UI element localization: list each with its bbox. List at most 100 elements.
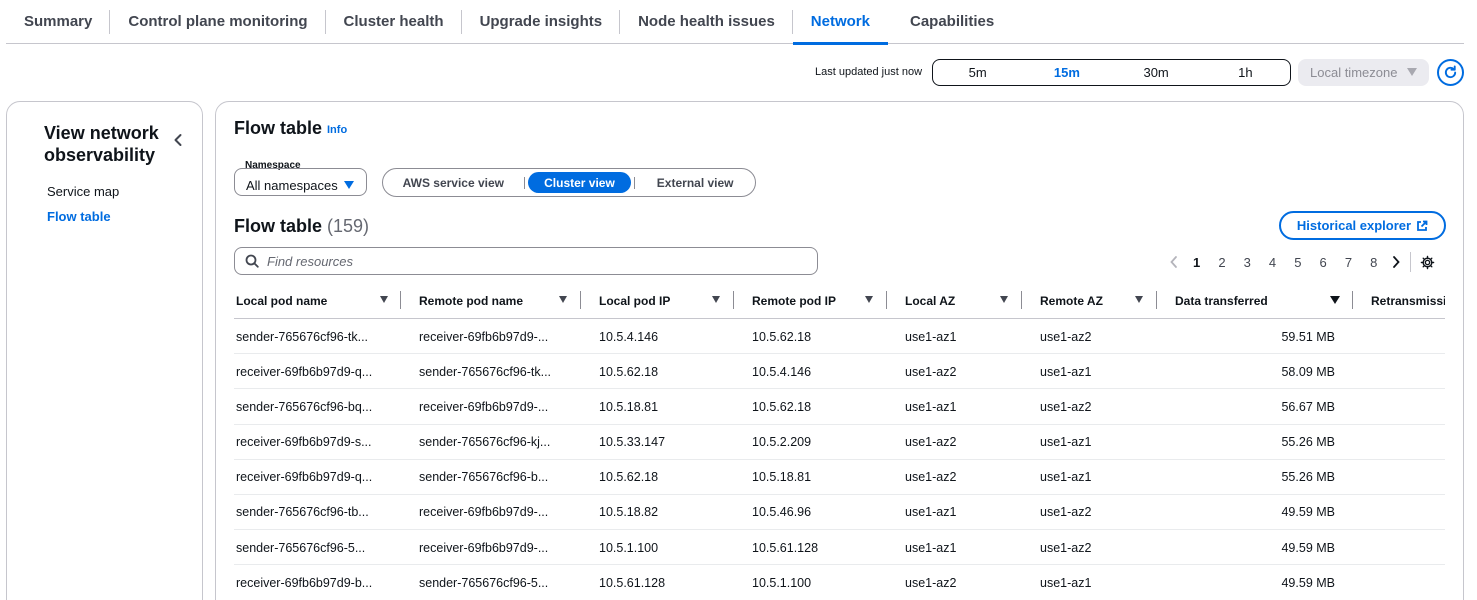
cell-remote-pod-ip: 10.5.4.146 — [752, 364, 812, 379]
table-title: Flow table — [234, 216, 323, 236]
cell-remote-az: use1-az1 — [1040, 470, 1092, 485]
cell-remote-pod-ip: 10.5.61.128 — [752, 540, 819, 555]
cell-remote-pod-name: receiver-69fb6b97d9-... — [419, 540, 549, 555]
cell-data-transferred: 49.59 MB — [1281, 540, 1335, 555]
next-page-button[interactable] — [1386, 255, 1406, 269]
page-1-button[interactable]: 1 — [1184, 255, 1209, 270]
column-header-remote-az[interactable]: Remote AZ — [1038, 282, 1173, 319]
time-range-5m[interactable]: 5m — [933, 60, 1022, 85]
cell-local-pod-ip: 10.5.62.18 — [599, 470, 659, 485]
sort-descending-icon — [1330, 296, 1340, 304]
table-row[interactable]: receiver-69fb6b97d9-s... sender-765676cf… — [234, 425, 1445, 460]
cell-local-pod-name: receiver-69fb6b97d9-s... — [236, 435, 372, 450]
cell-data-transferred: 55.26 MB — [1281, 470, 1335, 485]
column-header-remote-pod-ip[interactable]: Remote pod IP — [750, 282, 903, 319]
sort-icon — [865, 296, 873, 303]
column-header-label: Data transferred — [1175, 293, 1268, 308]
page-2-button[interactable]: 2 — [1209, 255, 1234, 270]
cell-local-pod-ip: 10.5.18.82 — [599, 505, 659, 520]
page-8-button[interactable]: 8 — [1361, 255, 1386, 270]
table-row[interactable]: sender-765676cf96-tb... receiver-69fb6b9… — [234, 495, 1445, 531]
table-row[interactable]: sender-765676cf96-bq... receiver-69fb6b9… — [234, 389, 1445, 425]
namespace-value: All namespaces — [246, 177, 338, 193]
cell-local-pod-name: sender-765676cf96-tb... — [236, 505, 369, 520]
cell-data-transferred: 58.09 MB — [1281, 364, 1335, 379]
column-header-local-az[interactable]: Local AZ — [903, 282, 1038, 319]
tab-control-plane-monitoring[interactable]: Control plane monitoring — [110, 0, 326, 44]
column-header-retransmissions[interactable]: Retransmissi — [1369, 282, 1445, 319]
cell-remote-pod-ip: 10.5.46.96 — [752, 505, 812, 520]
table-row[interactable]: receiver-69fb6b97d9-q... sender-765676cf… — [234, 460, 1445, 495]
tab-cluster-health[interactable]: Cluster health — [326, 0, 462, 44]
column-divider[interactable] — [400, 291, 401, 309]
cell-local-az: use1-az1 — [905, 505, 957, 520]
cell-remote-pod-name: receiver-69fb6b97d9-... — [419, 505, 549, 520]
cell-local-pod-ip: 10.5.61.128 — [599, 575, 666, 590]
column-divider[interactable] — [1352, 291, 1353, 309]
cluster-view-button[interactable]: Cluster view — [527, 172, 632, 193]
historical-explorer-button[interactable]: Historical explorer — [1279, 211, 1446, 240]
timezone-select[interactable]: Local timezone — [1298, 59, 1429, 86]
column-header-label: Retransmissi — [1371, 293, 1445, 308]
historical-explorer-label: Historical explorer — [1296, 218, 1412, 233]
last-updated-text: Last updated just now — [815, 66, 923, 78]
previous-page-button[interactable] — [1164, 255, 1184, 269]
cell-remote-pod-name: sender-765676cf96-kj... — [419, 435, 551, 450]
column-header-local-pod-name[interactable]: Local pod name — [234, 282, 417, 319]
sidebar-item-service-map[interactable]: Service map — [47, 184, 119, 199]
cell-local-pod-name: sender-765676cf96-5... — [236, 540, 366, 555]
tab-label: Cluster health — [343, 13, 444, 30]
table-row[interactable]: receiver-69fb6b97d9-q... sender-765676cf… — [234, 354, 1445, 390]
tab-capabilities[interactable]: Capabilities — [892, 0, 1012, 44]
column-header-label: Remote pod IP — [752, 293, 837, 308]
page-4-button[interactable]: 4 — [1260, 255, 1285, 270]
table-row[interactable]: sender-765676cf96-tk... receiver-69fb6b9… — [234, 319, 1445, 355]
time-range-30m[interactable]: 30m — [1112, 60, 1201, 85]
page-5-button[interactable]: 5 — [1285, 255, 1310, 270]
info-link[interactable]: Info — [327, 124, 347, 136]
table-row[interactable]: sender-765676cf96-5... receiver-69fb6b97… — [234, 530, 1445, 566]
cell-local-pod-ip: 10.5.18.81 — [599, 399, 659, 414]
tab-node-health-issues[interactable]: Node health issues — [620, 0, 793, 44]
cell-local-pod-ip: 10.5.33.147 — [599, 435, 666, 450]
time-range-15m[interactable]: 15m — [1022, 60, 1111, 85]
chevron-left-icon[interactable] — [171, 132, 185, 148]
refresh-button[interactable] — [1437, 59, 1464, 86]
tab-summary[interactable]: Summary — [6, 0, 111, 44]
column-divider[interactable] — [580, 291, 581, 309]
sidebar-item-flow-table[interactable]: Flow table — [47, 209, 111, 224]
time-range-1h[interactable]: 1h — [1201, 60, 1290, 85]
tab-upgrade-insights[interactable]: Upgrade insights — [462, 0, 621, 44]
column-divider[interactable] — [1156, 291, 1157, 309]
page-3-button[interactable]: 3 — [1235, 255, 1260, 270]
column-header-label: Local pod IP — [599, 293, 671, 308]
page-7-button[interactable]: 7 — [1336, 255, 1361, 270]
column-divider[interactable] — [1021, 291, 1022, 309]
sort-icon — [380, 296, 388, 303]
cell-remote-az: use1-az2 — [1040, 540, 1092, 555]
table-row[interactable]: receiver-69fb6b97d9-b... sender-765676cf… — [234, 565, 1445, 600]
search-field[interactable] — [234, 247, 818, 275]
column-header-data-transferred[interactable]: Data transferred — [1173, 282, 1369, 319]
column-header-label: Local pod name — [236, 293, 328, 308]
page-6-button[interactable]: 6 — [1310, 255, 1335, 270]
tab-label: Node health issues — [638, 13, 775, 30]
table-settings-button[interactable] — [1417, 255, 1437, 270]
view-divider — [523, 176, 525, 189]
namespace-select[interactable]: All namespaces — [234, 168, 367, 196]
column-header-local-pod-ip[interactable]: Local pod IP — [597, 282, 750, 319]
column-header-label: Local AZ — [905, 293, 956, 308]
column-divider[interactable] — [886, 291, 887, 309]
tab-network[interactable]: Network — [792, 0, 889, 45]
cell-remote-az: use1-az2 — [1040, 505, 1092, 520]
external-link-icon — [1417, 220, 1428, 231]
column-header-remote-pod-name[interactable]: Remote pod name — [417, 282, 597, 319]
search-input[interactable] — [267, 253, 817, 269]
external-view-button[interactable]: External view — [638, 172, 752, 193]
column-divider[interactable] — [733, 291, 734, 309]
cell-local-pod-name: receiver-69fb6b97d9-q... — [236, 470, 373, 485]
aws-service-view-button[interactable]: AWS service view — [386, 172, 521, 193]
chevron-right-icon — [1393, 256, 1401, 268]
sort-icon — [1135, 296, 1143, 303]
time-range-selector: 5m 15m 30m 1h — [932, 59, 1291, 86]
